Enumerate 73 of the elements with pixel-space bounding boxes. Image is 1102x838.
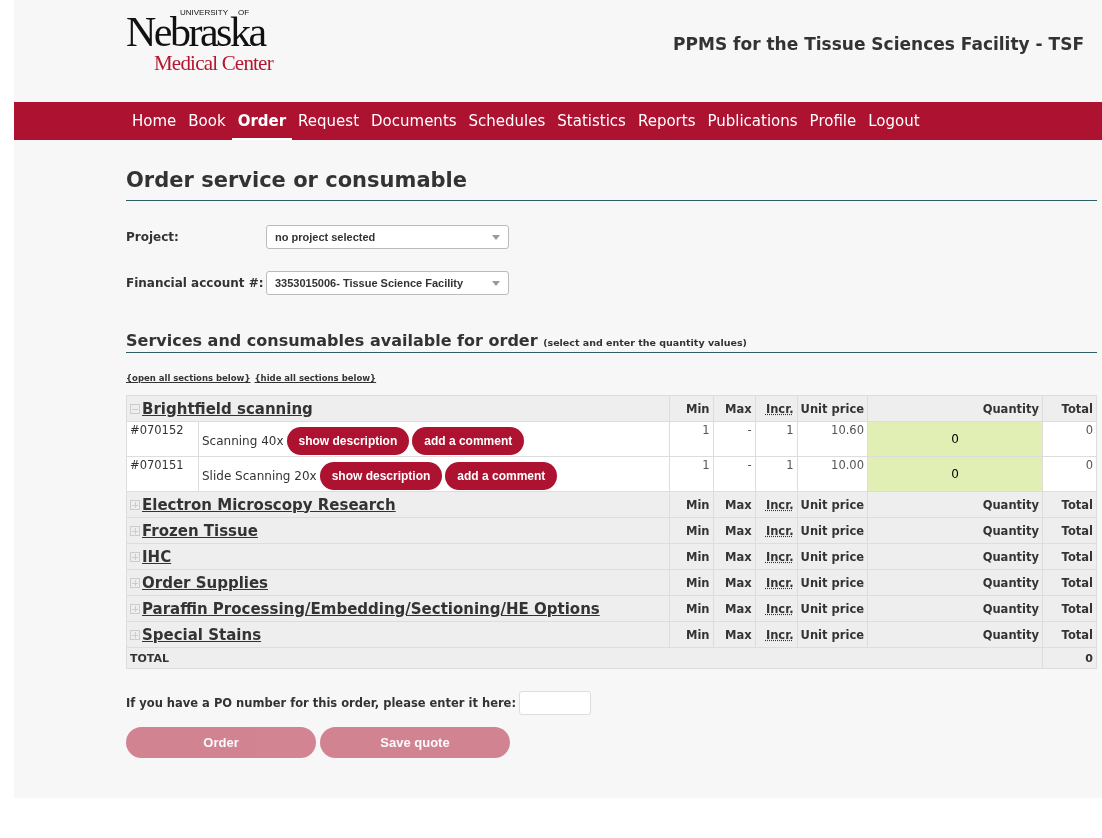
expand-icon[interactable] [130, 630, 140, 640]
expand-icon[interactable] [130, 500, 140, 510]
column-header: Unit price [797, 491, 868, 518]
column-header: Quantity [867, 491, 1043, 518]
section-toggle-link[interactable]: {open all sections below} [126, 373, 251, 383]
field-label: Project: [126, 230, 180, 244]
total-label: TOTAL [126, 647, 1043, 669]
nav-link[interactable]: Publications [701, 102, 804, 140]
item-code: #070151 [126, 456, 199, 492]
expand-icon[interactable] [130, 578, 140, 588]
expand-icon[interactable] [130, 552, 140, 562]
item-name: Scanning 40x [202, 434, 284, 448]
column-header: Quantity [867, 395, 1043, 422]
item-action-button[interactable]: show description [286, 427, 410, 455]
table-cell: - [713, 421, 756, 457]
column-header: Max [713, 395, 756, 422]
nav-link[interactable]: Documents [365, 102, 463, 140]
expand-icon[interactable] [130, 526, 140, 536]
column-header: Quantity [867, 621, 1043, 648]
section-link[interactable]: IHC [142, 547, 172, 566]
column-header: Quantity [867, 517, 1043, 544]
nav-link[interactable]: Profile [803, 102, 863, 140]
table-cell: 10.00 [797, 456, 868, 492]
quantity-field[interactable]: 0 [933, 466, 977, 482]
nav-link[interactable]: Logout [862, 102, 926, 140]
section-link[interactable]: Order Supplies [142, 573, 269, 592]
po-label: If you have a PO number for this order, please enter it here: [126, 696, 516, 710]
po-number-field[interactable] [519, 691, 591, 715]
table-cell: - [713, 456, 756, 492]
column-header: Incr. [755, 395, 798, 422]
table-cell: 0 [1042, 456, 1097, 492]
table-cell: 1 [755, 456, 798, 492]
item-code: #070152 [126, 421, 199, 457]
section-heading: Services and consumables available for order (select and enter the quantity values) [126, 331, 1097, 353]
dropdown[interactable]: 3353015006- Tissue Science Facility [266, 271, 509, 295]
item-action-button[interactable]: add a comment [445, 462, 558, 490]
table-cell: 1 [669, 421, 714, 457]
column-header: Unit price [797, 395, 868, 422]
expand-icon[interactable] [130, 604, 140, 614]
table-cell: 10.60 [797, 421, 868, 457]
nav-link[interactable]: Home [126, 102, 183, 140]
column-header: Unit price [797, 543, 868, 570]
quantity-field[interactable]: 0 [933, 431, 977, 447]
item-action-button[interactable]: show description [319, 462, 443, 490]
site-title: PPMS for the Tissue Sciences Facility - TSF [673, 34, 1084, 54]
nav-link[interactable]: Request [292, 102, 366, 140]
column-header: Quantity [867, 543, 1043, 570]
column-header: Unit price [797, 569, 868, 596]
item-name: Slide Scanning 20x [202, 469, 317, 483]
column-header: Total [1042, 395, 1097, 422]
nav-link[interactable]: Schedules [462, 102, 552, 140]
page-title: Order service or consumable [126, 168, 1097, 201]
nav-link[interactable]: Statistics [551, 102, 632, 140]
section-link[interactable]: Frozen Tissue [142, 521, 258, 540]
nav-link[interactable]: Reports [631, 102, 702, 140]
caret-icon [492, 280, 500, 286]
section-toggle-link[interactable]: {hide all sections below} [254, 373, 377, 383]
column-header: Unit price [797, 595, 868, 622]
collapse-icon[interactable] [130, 404, 140, 414]
column-header: Unit price [797, 517, 868, 544]
column-header: Quantity [867, 569, 1043, 596]
table-cell: 1 [755, 421, 798, 457]
item-action-button[interactable]: add a comment [412, 427, 525, 455]
section-link[interactable]: Special Stains [142, 625, 262, 644]
dropdown[interactable]: no project selected [266, 225, 509, 249]
field-label: Financial account #: [126, 276, 265, 290]
column-header: Min [669, 395, 714, 422]
caret-icon [492, 234, 500, 240]
table-cell: 0 [1042, 421, 1097, 457]
column-header: Unit price [797, 621, 868, 648]
column-header: Quantity [867, 595, 1043, 622]
table-cell: 1 [669, 456, 714, 492]
nav-link[interactable]: Book [182, 102, 232, 140]
